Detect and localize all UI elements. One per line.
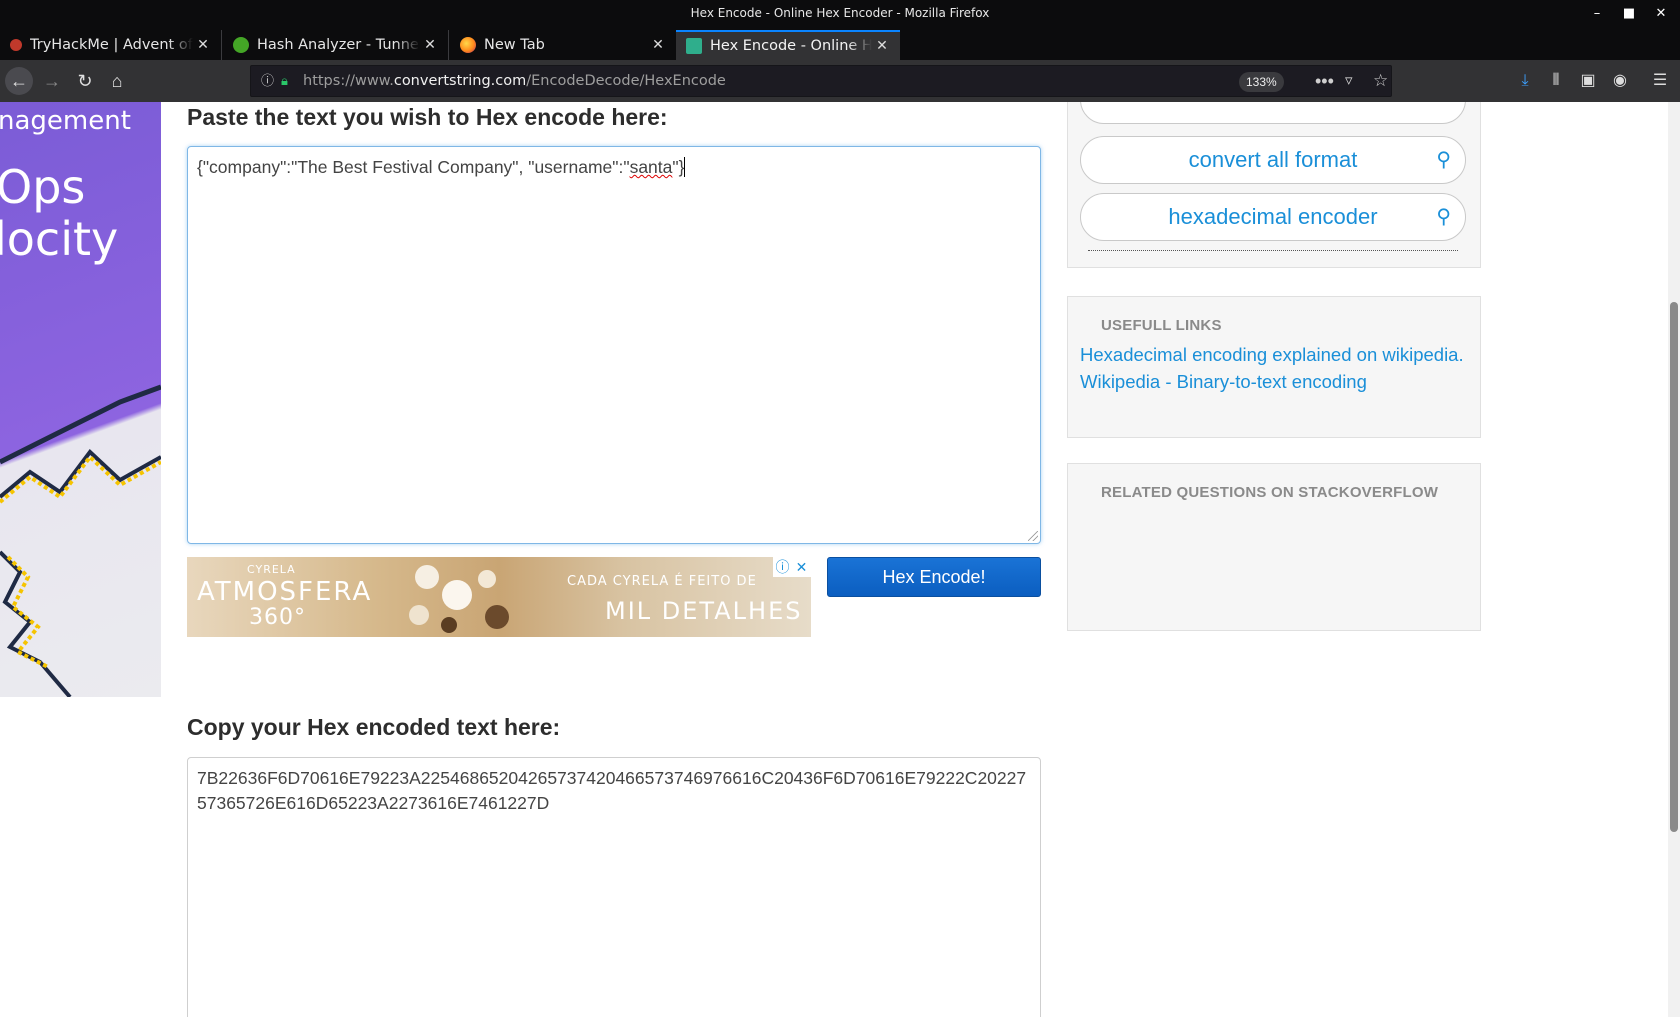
library-icon[interactable]: ⫴: [1543, 67, 1569, 95]
menu-icon[interactable]: ☰: [1647, 67, 1673, 95]
account-icon[interactable]: ◉: [1607, 67, 1633, 95]
firefox-icon: [460, 37, 476, 53]
close-tab-icon[interactable]: ✕: [193, 37, 213, 53]
hex-encode-button[interactable]: Hex Encode!: [827, 557, 1041, 597]
bookmark-star-icon[interactable]: ☆: [1373, 66, 1388, 96]
ad-info-icon[interactable]: ⓘ: [773, 557, 792, 577]
close-tab-icon[interactable]: ✕: [648, 37, 668, 53]
tab-bar: TryHackMe | Advent of Cyber ✕ Hash Analy…: [0, 27, 1680, 81]
ad-choices[interactable]: ⓘ ✕: [773, 557, 811, 577]
search-pill-convert-all-format[interactable]: convert all format ⚲: [1080, 136, 1466, 184]
address-bar[interactable]: ⓘ 🔒︎ https://www.convertstring.com/Encod…: [250, 65, 1392, 97]
tab-label: TryHackMe | Advent of Cyber: [30, 37, 193, 53]
maximize-icon[interactable]: ■: [1622, 0, 1636, 27]
tab-new-tab[interactable]: New Tab ✕: [450, 30, 676, 60]
related-questions-panel: RELATED QUESTIONS ON STACKOVERFLOW: [1067, 463, 1481, 631]
useful-links-title: USEFULL LINKS: [1101, 317, 1222, 334]
ad-text: CADA CYRELA É FEITO DE: [567, 574, 757, 589]
divider: [1088, 250, 1458, 251]
lock-icon: 🔒︎: [281, 73, 288, 88]
sidebar-icon[interactable]: ▣: [1575, 67, 1601, 95]
search-pill-hexadecimal-encoder[interactable]: hexadecimal encoder ⚲: [1080, 193, 1466, 241]
minimize-icon[interactable]: –: [1590, 0, 1604, 27]
resize-handle[interactable]: [1028, 531, 1038, 541]
lightning-graphic: [0, 384, 161, 697]
search-pill-label: hexadecimal encoder: [1168, 204, 1378, 229]
scrollbar-thumb[interactable]: [1670, 302, 1678, 832]
output-heading: Copy your Hex encoded text here:: [187, 714, 561, 740]
left-advertisement[interactable]: nagement Ops locity: [0, 102, 161, 697]
input-text-end: "}: [672, 157, 685, 177]
input-heading: Paste the text you wish to Hex encode he…: [187, 104, 668, 130]
tab-hash-analyzer[interactable]: Hash Analyzer - TunnelsUP ✕: [223, 30, 449, 60]
site-info-icon[interactable]: ⓘ: [261, 66, 274, 96]
useful-links-panel: USEFULL LINKS Hexadecimal encoding expla…: [1067, 296, 1481, 438]
related-questions-title: RELATED QUESTIONS ON STACKOVERFLOW: [1101, 484, 1439, 501]
input-text-misspelled: santa: [629, 157, 673, 177]
page-actions-icon[interactable]: •••: [1315, 66, 1334, 96]
output-text-area[interactable]: 7B22636F6D70616E79223A225468652042657374…: [187, 757, 1041, 1017]
close-window-icon[interactable]: ✕: [1654, 0, 1668, 27]
page-content: nagement Ops locity Paste the text you w…: [0, 102, 1680, 1017]
search-pill-partial[interactable]: [1080, 102, 1466, 124]
ad-text: MIL DETALHES: [605, 597, 803, 625]
close-tab-icon[interactable]: ✕: [872, 38, 892, 54]
convertstring-icon: [686, 38, 702, 54]
zoom-indicator[interactable]: 133%: [1239, 72, 1284, 92]
close-tab-icon[interactable]: ✕: [420, 37, 440, 53]
tab-hex-encode[interactable]: Hex Encode - Online Hex Encoder ✕: [676, 30, 900, 60]
url-text: https://www.convertstring.com/EncodeDeco…: [303, 73, 726, 89]
page-scrollbar[interactable]: [1668, 102, 1680, 1017]
search-pill-label: convert all format: [1188, 147, 1358, 172]
search-icon: ⚲: [1436, 206, 1451, 228]
tab-label: New Tab: [484, 37, 545, 53]
tab-label: Hash Analyzer - TunnelsUP: [257, 37, 420, 53]
navigation-toolbar: ← → ↻ ⌂ ⓘ 🔒︎ https://www.convertstring.c…: [0, 60, 1680, 102]
forward-button[interactable]: →: [38, 67, 66, 95]
text-input-area[interactable]: {"company":"The Best Festival Company", …: [187, 146, 1041, 544]
window-titlebar: Hex Encode - Online Hex Encoder - Mozill…: [0, 0, 1680, 27]
ad-close-icon[interactable]: ✕: [792, 557, 811, 577]
home-button[interactable]: ⌂: [103, 67, 131, 95]
pocket-icon[interactable]: ▿: [1345, 66, 1353, 96]
banner-advertisement[interactable]: CYRELA ATMOSFERA 360° CADA CYRELA É FEIT…: [187, 557, 811, 637]
reload-button[interactable]: ↻: [71, 67, 99, 95]
window-controls: – ■ ✕: [1590, 0, 1668, 27]
tryhackme-icon: [10, 39, 22, 51]
link-hex-wikipedia[interactable]: Hexadecimal encoding explained on wikipe…: [1080, 344, 1464, 366]
search-icon: ⚲: [1436, 149, 1451, 171]
tab-label: Hex Encode - Online Hex Encoder: [710, 38, 872, 54]
window-title: Hex Encode - Online Hex Encoder - Mozill…: [690, 6, 990, 20]
tunnelsup-icon: [233, 37, 249, 53]
downloads-icon[interactable]: ⤓: [1512, 67, 1538, 95]
tab-tryhackme[interactable]: TryHackMe | Advent of Cyber ✕: [0, 30, 222, 60]
link-binary-to-text[interactable]: Wikipedia - Binary-to-text encoding: [1080, 371, 1367, 393]
text-caret: [684, 157, 686, 177]
input-text: {"company":"The Best Festival Company", …: [197, 157, 630, 177]
search-panel: convert all format ⚲ hexadecimal encoder…: [1067, 102, 1481, 268]
back-button[interactable]: ←: [5, 67, 33, 95]
